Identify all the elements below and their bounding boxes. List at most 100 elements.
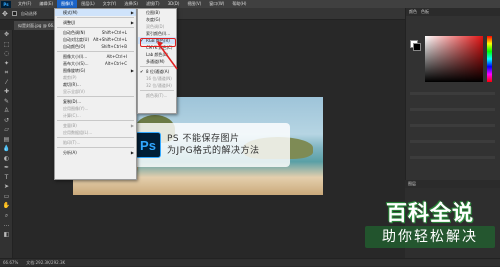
color-picker-field[interactable]: [425, 36, 483, 82]
image-menu-item[interactable]: 裁切(R)...: [55, 81, 136, 88]
image-menu-item[interactable]: 分析(A) ▶: [55, 149, 136, 156]
menu-3d[interactable]: 3D(D): [164, 0, 184, 8]
image-menu-item[interactable]: 复制(D)...: [55, 98, 136, 105]
marquee-icon[interactable]: ⬚: [2, 41, 11, 49]
menu-layer[interactable]: 图层(L): [77, 0, 98, 8]
image-menu-item-label: 裁切(R)...: [63, 82, 81, 87]
panel-divider: [410, 124, 495, 127]
menu-window[interactable]: 窗口(W): [205, 0, 228, 8]
checkmark-icon: ✔: [140, 69, 144, 74]
ps-logo-icon: Ps: [135, 132, 161, 158]
image-menu-item[interactable]: 裁剪(P): [55, 74, 136, 81]
brush-icon[interactable]: ✎: [2, 98, 11, 106]
image-menu-item-label: 裁剪(P): [63, 75, 77, 80]
tools-panel: ✥ ⬚ ◌ ✦ ⌗ ⁄ ✚ ✎ ♙ ↺ ▱ ▤ 💧 ◐ ✒ T ➤ ▭ ✋ ⌕ …: [0, 30, 13, 258]
zoom-icon[interactable]: ⌕: [2, 212, 11, 220]
image-menu-item-shortcut: Alt+Shift+Ctrl+L: [93, 37, 127, 42]
image-menu-item[interactable]: 图像大小(I)... Alt+Ctrl+I: [55, 53, 136, 60]
color-swatches-icon[interactable]: ◧: [2, 231, 11, 239]
mode-menu-item-label: 灰度(G): [146, 17, 161, 22]
menu-type[interactable]: 文字(Y): [99, 0, 121, 8]
mode-menu-item-label: 颜色表(T)...: [146, 93, 168, 98]
status-bar: 66.67% 文档:292.3K/292.3K: [0, 258, 500, 266]
clone-stamp-icon[interactable]: ♙: [2, 107, 11, 115]
menu-edit[interactable]: 编辑(E): [35, 0, 57, 8]
mode-menu-item[interactable]: 颜色表(T)...: [138, 92, 176, 99]
menu-file[interactable]: 文件(F): [14, 0, 35, 8]
pen-icon[interactable]: ✒: [2, 164, 11, 172]
hue-slider[interactable]: [487, 36, 492, 82]
image-menu-item-label: 调整(J): [63, 20, 76, 25]
menu-help[interactable]: 帮助(H): [228, 0, 250, 8]
auto-select-checkbox[interactable]: [11, 11, 17, 16]
move-tool-icon[interactable]: ✥: [2, 10, 8, 18]
type-icon[interactable]: T: [2, 174, 11, 182]
mode-menu-item-label: 16 位/通道(N): [146, 76, 172, 81]
image-menu-item[interactable]: 调整(J) ▶: [55, 19, 136, 26]
tab-swatches[interactable]: 色板: [421, 8, 429, 16]
tab-layers[interactable]: 图层: [408, 180, 416, 188]
move-icon[interactable]: ✥: [2, 31, 11, 39]
app-logo: Ps: [1, 0, 11, 8]
submenu-arrow-icon: ▶: [130, 68, 134, 73]
image-menu-item-label: 图像旋转(G): [63, 68, 86, 73]
history-brush-icon[interactable]: ↺: [2, 117, 11, 125]
mode-menu-item[interactable]: 32 位/通道(H): [138, 82, 176, 89]
blur-icon[interactable]: 💧: [2, 145, 11, 153]
mode-menu-item[interactable]: 双色调(D): [138, 23, 176, 30]
image-menu-item[interactable]: 画布大小(S)... Alt+Ctrl+C: [55, 60, 136, 67]
mode-menu-item[interactable]: 灰度(G): [138, 16, 176, 23]
path-select-icon[interactable]: ➤: [2, 183, 11, 191]
image-menu-item[interactable]: 陷印(T)...: [55, 139, 136, 146]
dodge-icon[interactable]: ◐: [2, 155, 11, 163]
image-menu-item[interactable]: 自动对比度(U) Alt+Shift+Ctrl+L: [55, 36, 136, 43]
menu-bar: Ps 文件(F) 编辑(E) 图像(I) 图层(L) 文字(Y) 选择(S) 滤…: [0, 0, 500, 8]
tab-color[interactable]: 颜色: [409, 8, 417, 16]
healing-brush-icon[interactable]: ✚: [2, 88, 11, 96]
more-tools-icon[interactable]: …: [2, 221, 11, 229]
menu-select[interactable]: 选择(S): [120, 0, 142, 8]
lasso-icon[interactable]: ◌: [2, 50, 11, 58]
image-menu-item[interactable]: 图像旋转(G) ▶: [55, 67, 136, 74]
mode-menu-item[interactable]: 位图(B): [138, 9, 176, 16]
auto-select-label: 自动选择: [20, 10, 37, 16]
image-menu-item[interactable]: 应用数据组(L)...: [55, 129, 136, 136]
image-menu-item[interactable]: 变量(B) ▶: [55, 122, 136, 129]
color-panel-tabs: 颜色 色板: [406, 8, 500, 16]
image-menu-item[interactable]: 显示全部(V): [55, 88, 136, 95]
image-menu-item-shortcut: Shift+Ctrl+L: [101, 30, 127, 35]
image-menu-item-label: 自动对比度(U): [63, 37, 90, 42]
background-color-swatch[interactable]: [413, 43, 421, 51]
panel-divider: [410, 156, 495, 159]
image-menu-item[interactable]: 计算(C)...: [55, 112, 136, 119]
zoom-level[interactable]: 66.67%: [3, 259, 18, 266]
mode-menu-item-label: 双色调(D): [146, 24, 165, 29]
mode-menu-item-label: 索引颜色(I)...: [146, 31, 171, 36]
gradient-icon[interactable]: ▤: [2, 136, 11, 144]
watermark: 百科全说 助你轻松解决: [365, 200, 495, 258]
crop-icon[interactable]: ⌗: [2, 69, 11, 77]
menu-separator: [57, 96, 134, 97]
mode-menu-item-label: 位图(B): [146, 10, 160, 15]
image-menu-item[interactable]: 自动色调(N) Shift+Ctrl+L: [55, 29, 136, 36]
overlay-title-line2: 为JPG格式的解决方法: [167, 146, 260, 156]
image-menu-item-label: 自动色调(N): [63, 30, 86, 35]
image-menu-item[interactable]: 应用图像(Y)...: [55, 105, 136, 112]
magic-wand-icon[interactable]: ✦: [2, 60, 11, 68]
menu-filter[interactable]: 滤镜(T): [142, 0, 164, 8]
rectangle-icon[interactable]: ▭: [2, 193, 11, 201]
menu-separator: [57, 51, 134, 52]
image-menu-dropdown: 模式(M) ▶ 调整(J) ▶ 自动色调(N) Shift+Ctrl+L 自动对比度(U) A…: [54, 8, 137, 180]
hand-icon[interactable]: ✋: [2, 202, 11, 210]
image-menu-item[interactable]: 自动颜色(O) Shift+Ctrl+B: [55, 43, 136, 50]
image-menu-item[interactable]: 模式(M) ▶: [55, 9, 136, 16]
eraser-icon[interactable]: ▱: [2, 126, 11, 134]
image-menu-item-label: 复制(D)...: [63, 99, 82, 104]
mode-menu-item[interactable]: 索引颜色(I)...: [138, 30, 176, 37]
mode-menu-item[interactable]: 16 位/通道(N): [138, 75, 176, 82]
menu-view[interactable]: 视图(V): [183, 0, 205, 8]
eyedropper-icon[interactable]: ⁄: [2, 79, 11, 87]
menu-image[interactable]: 图像(I): [57, 0, 78, 8]
image-menu-item-label: 显示全部(V): [63, 89, 85, 94]
image-menu-item-label: 模式(M): [63, 10, 78, 15]
